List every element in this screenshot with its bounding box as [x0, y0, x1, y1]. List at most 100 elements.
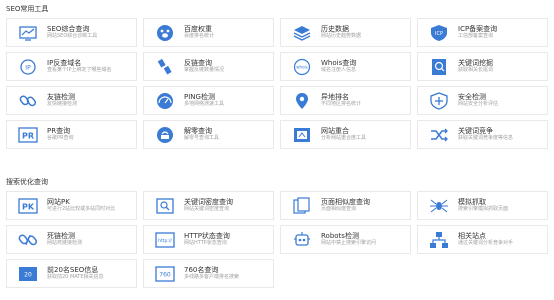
tool-description: 解零号查询工具 — [184, 135, 220, 142]
tool-title: 安全检测 — [458, 93, 486, 102]
tool-card-text: ICP备案查询 工信部备案查询 — [458, 25, 497, 40]
tool-description: 获取相关长尾词 — [458, 67, 494, 74]
tool-card-top20[interactable]: 20 前20名SEO信息 获取前20 MATE相关信息 — [6, 259, 137, 288]
tool-card-text: 友链检测 友情链接检测 — [47, 93, 77, 108]
svg-text:whois: whois — [296, 64, 307, 69]
tool-title: 模拟抓取 — [458, 198, 486, 207]
tool-card-whois[interactable]: whois Whois查询 域名注册人信息 — [280, 52, 411, 81]
tool-title: 关键词密度查询 — [184, 198, 233, 207]
tool-title: Robots检测 — [321, 232, 359, 241]
tool-card-text: 相关站点 通过关键词分析竞争对手 — [458, 232, 513, 247]
tool-card-dead-link[interactable]: 死链检测 网站死链接检测 — [6, 225, 137, 254]
tool-title: IP反查域名 — [47, 59, 82, 68]
tool-description: 分析网站重合度工具 — [321, 135, 367, 142]
tool-card-history-data[interactable]: 历史数据 网站历史趋势数据 — [280, 18, 411, 47]
seo-monitor-icon — [15, 22, 41, 43]
tool-card-backlink[interactable]: 反链查询 掌握反链数量情况 — [143, 52, 274, 81]
tool-description: 查看某个IP上绑定了哪些域名 — [47, 67, 112, 74]
tool-title: SEO综合查询 — [47, 25, 90, 34]
icp-shield-icon: ICP — [426, 22, 452, 43]
tool-card-text: 关键词挖掘 获取相关长尾词 — [458, 59, 493, 74]
tool-description: 网站安全分析评估 — [458, 101, 499, 108]
resolve-query-icon — [152, 124, 178, 145]
site-overlap-icon — [289, 124, 315, 145]
tool-description: 多地网络测速工具 — [184, 101, 225, 108]
tool-title: PR查询 — [47, 127, 71, 136]
tool-card-http[interactable]: http:// HTTP状态查询 网站HTTP状态查询 — [143, 225, 274, 254]
tool-card-text: 关键词竞争 获取关键词竞争度等信息 — [458, 127, 513, 142]
tool-card-text: SEO综合查询 网站SEO综合诊断工具 — [47, 25, 97, 40]
ip-lookup-icon: IP — [15, 56, 41, 77]
tool-card-text: 历史数据 网站历史趋势数据 — [321, 25, 361, 40]
tool-description: 通过关键词分析竞争对手 — [458, 240, 514, 247]
tool-card-text: 网站PK 可进行2站比较或多站同时对比 — [47, 198, 115, 213]
tool-description: 百度排名统计 — [184, 33, 215, 40]
tool-description: 搜索引擎模拟抓取页面 — [458, 206, 509, 213]
tool-description: 多线路多客户端排名搜索 — [184, 274, 240, 281]
tool-card-spider[interactable]: 模拟抓取 搜索引擎模拟抓取页面 — [417, 191, 548, 220]
tool-card-ip-lookup[interactable]: IP IP反查域名 查看某个IP上绑定了哪些域名 — [6, 52, 137, 81]
tool-title: 760名查询 — [184, 266, 219, 275]
seo-tools-grid: SEO综合查询 网站SEO综合诊断工具 百度权重 百度排名统计 历史数据 网站历史趋势数据… — [6, 18, 548, 149]
robot-icon — [289, 229, 315, 250]
svg-text:ICP: ICP — [435, 31, 443, 37]
security-shield-icon — [426, 90, 452, 111]
tool-title: 反链查询 — [184, 59, 212, 68]
dead-link-icon — [15, 229, 41, 250]
tool-description: 谷歌PR查询 — [47, 135, 74, 142]
keyword-mining-icon — [426, 56, 452, 77]
tool-card-pr[interactable]: PR PR查询 谷歌PR查询 — [6, 120, 137, 149]
tool-description: 网站历史趋势数据 — [321, 33, 362, 40]
tool-title: 关键词竞争 — [458, 127, 493, 136]
svg-text:PR: PR — [22, 131, 34, 140]
keyword-density-icon — [152, 195, 178, 216]
location-pin-icon — [289, 90, 315, 111]
tool-title: 历史数据 — [321, 25, 349, 34]
tool-card-icp-shield[interactable]: ICP ICP备案查询 工信部备案查询 — [417, 18, 548, 47]
tool-card-security-shield[interactable]: 安全检测 网站安全分析评估 — [417, 86, 548, 115]
tool-description: 网站死链接检测 — [47, 240, 83, 247]
tool-title: Whois查询 — [321, 59, 357, 68]
tool-card-robot[interactable]: Robots检测 网站中禁止搜索引擎访问 — [280, 225, 411, 254]
tool-card-page-similarity[interactable]: 页面相似度查询 页面相似度查询 — [280, 191, 411, 220]
tool-card-keyword-density[interactable]: 关键词密度查询 网站关键词密度查询 — [143, 191, 274, 220]
tool-description: 获取前20 MATE相关信息 — [47, 274, 104, 281]
whois-icon: whois — [289, 56, 315, 77]
tool-card-ping-gauge[interactable]: PING检测 多地网络测速工具 — [143, 86, 274, 115]
tool-card-pk[interactable]: PK 网站PK 可进行2站比较或多站同时对比 — [6, 191, 137, 220]
tool-card-text: 反链查询 掌握反链数量情况 — [184, 59, 224, 74]
tool-description: 掌握反链数量情况 — [184, 67, 225, 74]
tool-card-site-overlap[interactable]: 网站重合 分析网站重合度工具 — [280, 120, 411, 149]
search-optimization-grid: PK 网站PK 可进行2站比较或多站同时对比 关键词密度查询 网站关键词密度查询 页面相似… — [6, 191, 548, 288]
tool-card-rank760[interactable]: 760 760名查询 多线路多客户端排名搜索 — [143, 259, 274, 288]
tool-title: ICP备案查询 — [458, 25, 498, 34]
tool-card-text: 网站重合 分析网站重合度工具 — [321, 127, 366, 142]
svg-text:20: 20 — [24, 271, 32, 278]
tool-card-shuffle[interactable]: 关键词竞争 获取关键词竞争度等信息 — [417, 120, 548, 149]
tool-title: 网站重合 — [321, 127, 349, 136]
tool-card-text: 760名查询 多线路多客户端排名搜索 — [184, 266, 239, 281]
tool-card-baidu-paw[interactable]: 百度权重 百度排名统计 — [143, 18, 274, 47]
tool-description: 页面相似度查询 — [321, 206, 357, 213]
svg-text:http://: http:// — [158, 238, 172, 244]
tool-card-keyword-mining[interactable]: 关键词挖掘 获取相关长尾词 — [417, 52, 548, 81]
tool-description: 友情链接检测 — [47, 101, 78, 108]
tool-card-location-pin[interactable]: 异地排名 不同地区排名统计 — [280, 86, 411, 115]
tool-card-resolve-query[interactable]: 解零查询 解零号查询工具 — [143, 120, 274, 149]
tool-card-seo-monitor[interactable]: SEO综合查询 网站SEO综合诊断工具 — [6, 18, 137, 47]
tool-title: HTTP状态查询 — [184, 232, 230, 241]
ping-gauge-icon — [152, 90, 178, 111]
tool-title: 异地排名 — [321, 93, 349, 102]
tool-card-sitemap[interactable]: 相关站点 通过关键词分析竞争对手 — [417, 225, 548, 254]
tool-card-text: 死链检测 网站死链接检测 — [47, 232, 82, 247]
svg-text:PK: PK — [22, 202, 35, 211]
tool-title: 页面相似度查询 — [321, 198, 370, 207]
svg-text:IP: IP — [25, 64, 31, 71]
tool-title: 解零查询 — [184, 127, 212, 136]
tool-description: 获取关键词竞争度等信息 — [458, 135, 514, 142]
tool-title: 相关站点 — [458, 232, 486, 241]
tool-card-friend-link[interactable]: 友链检测 友情链接检测 — [6, 86, 137, 115]
tool-title: PING检测 — [184, 93, 215, 102]
tool-card-text: PING检测 多地网络测速工具 — [184, 93, 224, 108]
backlink-icon — [152, 56, 178, 77]
